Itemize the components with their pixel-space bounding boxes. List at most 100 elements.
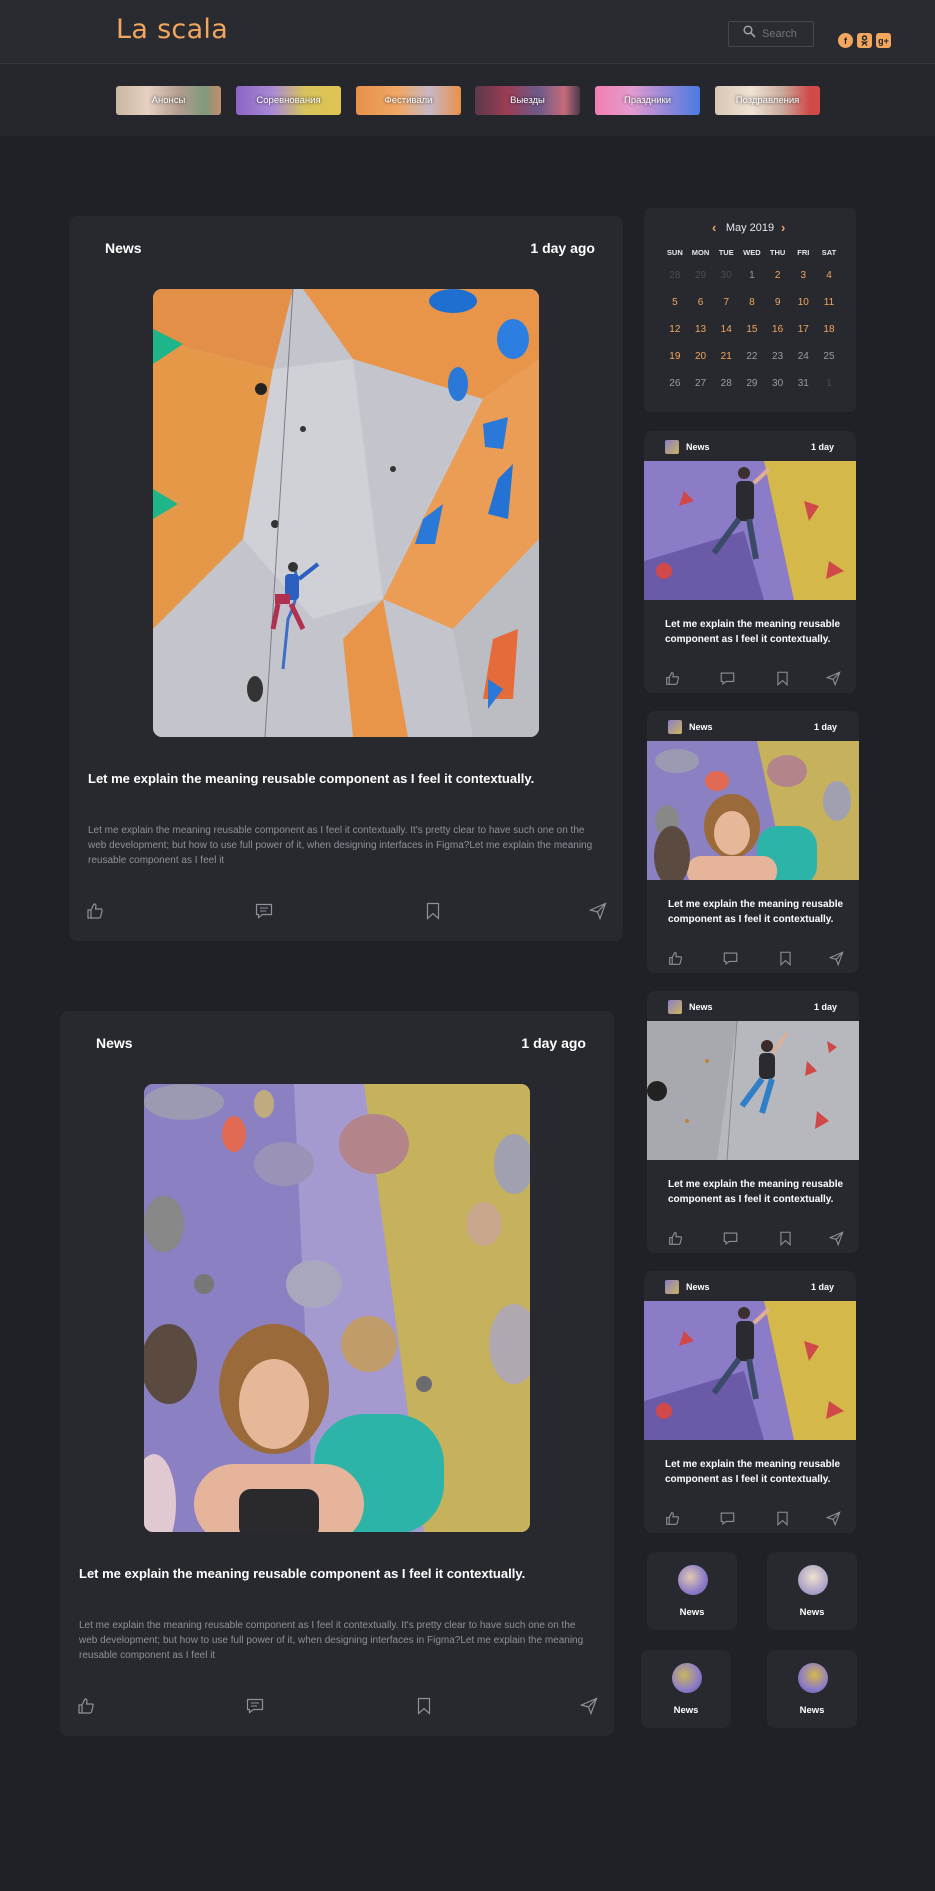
calendar-day[interactable]: 19: [662, 346, 688, 373]
calendar-day[interactable]: 5: [662, 292, 688, 319]
calendar-day[interactable]: 21: [713, 346, 739, 373]
post-image[interactable]: [153, 289, 539, 737]
category-trips[interactable]: Выезды: [475, 86, 580, 115]
calendar-day[interactable]: 16: [765, 319, 791, 346]
post-time: 1 day ago: [521, 1035, 586, 1051]
mini-card-title[interactable]: Let me explain the meaning reusable comp…: [665, 617, 841, 647]
mini-card-image[interactable]: [647, 741, 859, 880]
calendar-day[interactable]: 14: [713, 319, 739, 346]
calendar-month: May 2019: [725, 222, 775, 234]
comment-icon[interactable]: [723, 951, 738, 966]
calendar-day[interactable]: 28: [713, 373, 739, 400]
share-icon[interactable]: [825, 1511, 841, 1527]
mini-card-title[interactable]: Let me explain the meaning reusable comp…: [665, 1457, 841, 1487]
bookmark-icon[interactable]: [424, 902, 442, 920]
calendar-day[interactable]: 27: [688, 373, 714, 400]
category-congratulations[interactable]: Поздравления: [715, 86, 820, 115]
like-icon[interactable]: [668, 951, 683, 966]
mini-card-image[interactable]: [644, 461, 856, 600]
like-icon[interactable]: [86, 902, 104, 920]
comment-icon[interactable]: [720, 671, 735, 686]
calendar-day[interactable]: 25: [816, 346, 842, 373]
comment-icon[interactable]: [723, 1231, 738, 1246]
calendar-day[interactable]: 22: [739, 346, 765, 373]
calendar-day[interactable]: 1: [816, 373, 842, 400]
google-plus-icon[interactable]: g+: [876, 33, 891, 48]
mini-news-card: News 1 day Let me explain the meaning re…: [644, 1271, 856, 1533]
chevron-right-icon[interactable]: ›: [781, 220, 785, 235]
calendar-day[interactable]: 28: [662, 265, 688, 292]
calendar-day[interactable]: 26: [662, 373, 688, 400]
bookmark-icon[interactable]: [415, 1697, 433, 1715]
calendar-weekday: SUN: [666, 248, 683, 257]
calendar-day[interactable]: 9: [765, 292, 791, 319]
comment-icon[interactable]: [720, 1511, 735, 1526]
calendar-day[interactable]: 31: [790, 373, 816, 400]
calendar-day[interactable]: 13: [688, 319, 714, 346]
avatar: [665, 1280, 679, 1294]
calendar-day[interactable]: 4: [816, 265, 842, 292]
calendar-day[interactable]: 3: [790, 265, 816, 292]
calendar-day[interactable]: 2: [765, 265, 791, 292]
news-tile[interactable]: News: [647, 1552, 737, 1630]
bookmark-icon[interactable]: [775, 671, 790, 686]
comment-icon[interactable]: [246, 1697, 264, 1715]
calendar-day[interactable]: 8: [739, 292, 765, 319]
calendar-day[interactable]: 18: [816, 319, 842, 346]
like-icon[interactable]: [665, 671, 680, 686]
calendar-day[interactable]: 6: [688, 292, 714, 319]
share-icon[interactable]: [825, 671, 841, 687]
bookmark-icon[interactable]: [775, 1511, 790, 1526]
mini-card-image[interactable]: [647, 1021, 859, 1160]
share-icon[interactable]: [828, 1231, 844, 1247]
category-holidays[interactable]: Праздники: [595, 86, 700, 115]
post-title[interactable]: Let me explain the meaning reusable comp…: [79, 1566, 525, 1581]
post-image[interactable]: [144, 1084, 530, 1532]
share-icon[interactable]: [579, 1697, 598, 1716]
mini-card-title[interactable]: Let me explain the meaning reusable comp…: [668, 1177, 844, 1207]
mini-card-label: News: [686, 1282, 710, 1292]
calendar-day[interactable]: 1: [739, 265, 765, 292]
site-logo[interactable]: La scala: [116, 14, 228, 45]
mini-card-title[interactable]: Let me explain the meaning reusable comp…: [668, 897, 844, 927]
like-icon[interactable]: [77, 1697, 95, 1715]
calendar-day[interactable]: 30: [765, 373, 791, 400]
share-icon[interactable]: [588, 902, 607, 921]
calendar-day[interactable]: 10: [790, 292, 816, 319]
calendar-day[interactable]: 29: [688, 265, 714, 292]
calendar-day[interactable]: 20: [688, 346, 714, 373]
calendar-day[interactable]: 30: [713, 265, 739, 292]
odnoklassniki-icon[interactable]: [857, 33, 872, 48]
share-icon[interactable]: [828, 951, 844, 967]
category-announcements[interactable]: Анонсы: [116, 86, 221, 115]
mini-card-image[interactable]: [644, 1301, 856, 1440]
search-box[interactable]: [728, 21, 814, 47]
calendar-day[interactable]: 29: [739, 373, 765, 400]
calendar-day[interactable]: 12: [662, 319, 688, 346]
calendar-day[interactable]: 7: [713, 292, 739, 319]
calendar-day[interactable]: 17: [790, 319, 816, 346]
news-tile[interactable]: News: [641, 1650, 731, 1728]
bookmark-icon[interactable]: [778, 951, 793, 966]
category-festivals[interactable]: Фестивали: [356, 86, 461, 115]
category-competitions[interactable]: Соревнования: [236, 86, 341, 115]
calendar-day[interactable]: 23: [765, 346, 791, 373]
like-icon[interactable]: [665, 1511, 680, 1526]
like-icon[interactable]: [668, 1231, 683, 1246]
calendar-day[interactable]: 11: [816, 292, 842, 319]
search-input[interactable]: [762, 28, 812, 40]
post-title[interactable]: Let me explain the meaning reusable comp…: [88, 771, 534, 786]
mini-news-card: News 1 day Let me explain the meaning re…: [644, 431, 856, 693]
facebook-icon[interactable]: f: [838, 33, 853, 48]
post-time: 1 day ago: [530, 240, 595, 256]
category-bar: Анонсы Соревнования Фестивали Выезды Пра…: [0, 64, 935, 136]
calendar-day[interactable]: 24: [790, 346, 816, 373]
news-tile[interactable]: News: [767, 1650, 857, 1728]
bookmark-icon[interactable]: [778, 1231, 793, 1246]
mini-card-time: 1 day: [813, 1002, 837, 1012]
calendar-day[interactable]: 15: [739, 319, 765, 346]
news-tile[interactable]: News: [767, 1552, 857, 1630]
mini-card-time: 1 day: [810, 1282, 834, 1292]
post-label: News: [96, 1035, 133, 1051]
comment-icon[interactable]: [255, 902, 273, 920]
